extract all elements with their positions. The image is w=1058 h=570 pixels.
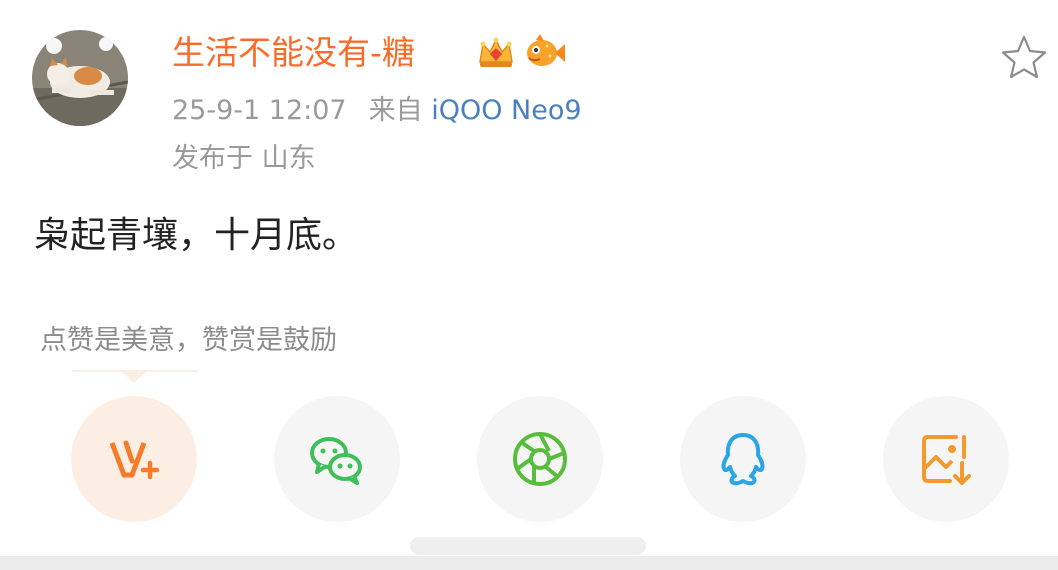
share-qq-button[interactable] — [680, 396, 806, 522]
device-link[interactable]: iQOO Neo9 — [431, 95, 581, 126]
tip-arrow-icon — [120, 370, 148, 383]
post-content: 枭起青壤，十月底。 — [34, 215, 359, 256]
fish-badge-icon[interactable] — [522, 32, 566, 72]
post-meta: 25-9-1 12:07 来自 iQOO Neo9 — [172, 92, 582, 130]
avatar[interactable] — [32, 30, 128, 126]
share-wechat-button[interactable] — [274, 396, 400, 522]
v-plus-icon — [109, 440, 160, 480]
reward-tip: 点赞是美意，赞赏是鼓励 — [40, 325, 337, 356]
source-prefix: 来自 — [368, 95, 423, 126]
qq-icon — [721, 433, 765, 486]
post-timestamp: 25-9-1 12:07 — [172, 95, 347, 126]
share-moments-button[interactable] — [477, 396, 603, 522]
save-image-button[interactable] — [883, 396, 1009, 522]
wechat-icon — [310, 437, 362, 485]
username[interactable]: 生活不能没有-糖 — [172, 30, 415, 76]
crown-badge-icon[interactable] — [476, 32, 516, 72]
home-indicator[interactable] — [410, 537, 646, 555]
post-location: 发布于 山东 — [172, 143, 316, 174]
save-image-icon — [922, 435, 971, 485]
reward-button[interactable] — [71, 396, 197, 522]
star-icon[interactable] — [1000, 34, 1048, 80]
bottom-strip — [0, 556, 1058, 570]
moments-icon — [513, 432, 567, 486]
